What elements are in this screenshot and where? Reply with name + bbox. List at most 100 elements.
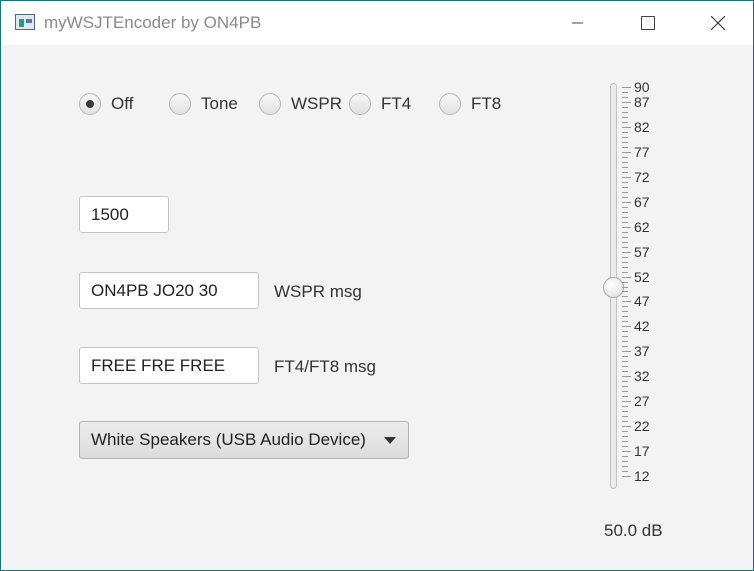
slider-tick-label: 47 xyxy=(634,293,650,310)
slider-tick-label: 87 xyxy=(634,93,650,110)
mode-label-ft8: FT8 xyxy=(471,94,502,113)
mode-radio-ft4[interactable]: FT4 xyxy=(349,92,411,116)
slider-tick xyxy=(622,231,628,233)
slider-tick xyxy=(622,301,631,303)
slider-tick xyxy=(622,431,628,433)
slider-tick xyxy=(622,241,628,243)
slider-tick xyxy=(622,196,628,198)
mode-radio-tone[interactable]: Tone xyxy=(169,92,238,116)
slider-tick xyxy=(622,286,628,288)
slider-tick xyxy=(622,111,628,113)
slider-tick xyxy=(622,201,631,203)
slider-tick-label: 72 xyxy=(634,168,650,185)
slider-tick xyxy=(622,321,628,323)
slider-tick xyxy=(622,391,628,393)
slider-tick xyxy=(622,181,628,183)
slider-tick xyxy=(622,406,628,408)
slider-tick xyxy=(622,326,631,328)
slider-tick-label: 32 xyxy=(634,368,650,385)
wspr-message-label: WSPR msg xyxy=(274,282,362,301)
slider-tick xyxy=(622,281,628,283)
slider-tick xyxy=(622,361,628,363)
slider-tick xyxy=(622,176,631,178)
slider-tick xyxy=(622,401,631,403)
slider-tick xyxy=(622,206,628,208)
frequency-input[interactable]: 1500 xyxy=(79,196,169,233)
radio-circle-wspr xyxy=(259,93,281,115)
slider-tick xyxy=(622,191,628,193)
level-slider[interactable]: 90 87 82 77 72 67 62 57 52 47 42 37 32 27 22 17 12 xyxy=(601,80,671,491)
slider-tick xyxy=(622,101,631,103)
slider-tick xyxy=(622,136,628,138)
radio-circle-tone xyxy=(169,93,191,115)
mode-radio-off[interactable]: Off xyxy=(79,92,133,116)
slider-tick xyxy=(622,131,628,133)
slider-tick xyxy=(622,146,628,148)
audio-device-select[interactable]: White Speakers (USB Audio Device) xyxy=(79,421,409,459)
radio-circle-off xyxy=(79,93,101,115)
slider-tick xyxy=(622,256,628,258)
slider-tick xyxy=(622,356,628,358)
slider-tick xyxy=(622,351,631,353)
radio-circle-ft8 xyxy=(439,93,461,115)
wspr-message-input[interactable]: ON4PB JO20 30 xyxy=(79,272,259,309)
slider-tick xyxy=(622,471,628,473)
slider-tick xyxy=(622,341,628,343)
title-bar[interactable]: myWSJTEncoder by ON4PB xyxy=(1,1,753,45)
minimize-icon xyxy=(572,22,583,24)
slider-tick xyxy=(622,226,631,228)
slider-tick xyxy=(622,171,628,173)
maximize-button[interactable] xyxy=(625,1,671,45)
close-icon xyxy=(711,16,725,30)
level-readout: 50.0 dB xyxy=(604,521,663,540)
slider-tick xyxy=(622,331,628,333)
slider-tick xyxy=(622,386,628,388)
slider-tick xyxy=(622,141,628,143)
slider-tick xyxy=(622,396,628,398)
maximize-icon xyxy=(641,16,655,30)
slider-tick xyxy=(622,441,628,443)
slider-tick xyxy=(622,411,628,413)
slider-tick xyxy=(622,311,628,313)
ft-message-input[interactable]: FREE FRE FREE xyxy=(79,347,259,384)
slider-tick-label: 57 xyxy=(634,243,650,260)
slider-tick-label: 27 xyxy=(634,393,650,410)
slider-thumb[interactable] xyxy=(603,276,624,298)
slider-tick xyxy=(622,306,628,308)
slider-tick-label: 17 xyxy=(634,443,650,460)
slider-tick-label: 12 xyxy=(634,468,650,485)
slider-tick-label: 77 xyxy=(634,143,650,160)
slider-tick xyxy=(622,436,628,438)
slider-tick xyxy=(622,296,628,298)
slider-tick xyxy=(622,476,631,478)
slider-tick xyxy=(622,426,631,428)
window-title: myWSJTEncoder by ON4PB xyxy=(44,13,262,32)
slider-tick-label: 82 xyxy=(634,118,650,135)
slider-tick xyxy=(622,156,628,158)
slider-tick xyxy=(622,421,628,423)
slider-tick xyxy=(622,161,628,163)
close-button[interactable] xyxy=(695,1,741,45)
slider-tick xyxy=(622,461,628,463)
slider-tick xyxy=(622,376,631,378)
slider-tick xyxy=(622,466,628,468)
slider-tick-label: 37 xyxy=(634,343,650,360)
slider-tick xyxy=(622,416,628,418)
slider-tick xyxy=(622,151,631,153)
slider-tick xyxy=(622,91,628,93)
slider-tick xyxy=(622,346,628,348)
slider-tick-label: 67 xyxy=(634,193,650,210)
ft-message-label: FT4/FT8 msg xyxy=(274,357,377,376)
mode-label-ft4: FT4 xyxy=(381,94,412,113)
slider-tick xyxy=(622,216,628,218)
mode-radio-ft8[interactable]: FT8 xyxy=(439,92,501,116)
slider-tick xyxy=(622,261,628,263)
app-window: myWSJTEncoder by ON4PB Off Tone WSPR FT4… xyxy=(0,0,754,571)
slider-tick xyxy=(622,246,628,248)
slider-tick xyxy=(622,451,631,453)
minimize-button[interactable] xyxy=(555,1,601,45)
mode-radio-wspr[interactable]: WSPR xyxy=(259,92,342,116)
slider-tick xyxy=(622,87,631,88)
radio-circle-ft4 xyxy=(349,93,371,115)
app-icon xyxy=(15,14,35,30)
